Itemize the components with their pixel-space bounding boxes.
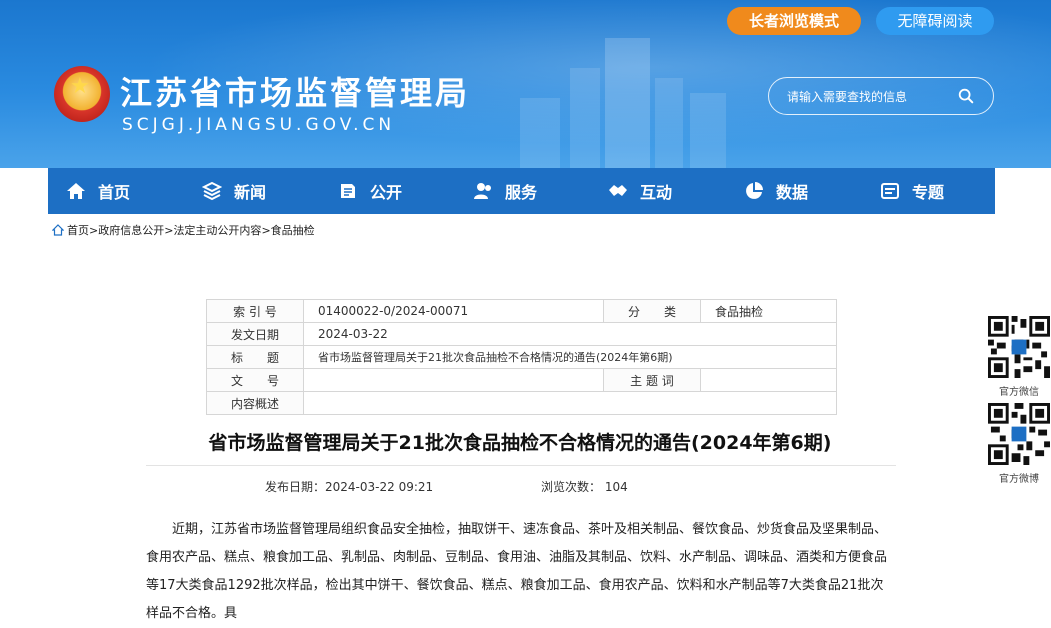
keywords-label: 主 题 词: [603, 368, 701, 392]
nav-item-service[interactable]: 服务: [473, 168, 537, 214]
interact-icon: [609, 185, 627, 196]
site-header: ★ 江苏省市场监督管理局 SCJGJ.JIANGSU.GOV.CN 长者浏览模式…: [0, 0, 1051, 168]
service-icon: [474, 183, 491, 199]
open-icon: [341, 184, 355, 198]
nav-item-label: 服务: [505, 183, 538, 202]
data-icon: [746, 182, 763, 199]
breadcrumb-item[interactable]: 法定主动公开内容: [173, 222, 261, 238]
wechat-label: 官方微信: [999, 387, 1039, 398]
views-value: 104: [604, 480, 628, 494]
docno-label: 文 号: [206, 368, 304, 392]
date-label: 发文日期: [206, 322, 304, 346]
weibo-qr-code[interactable]: [988, 403, 1050, 465]
home-icon: [67, 183, 85, 199]
search-input[interactable]: [787, 87, 957, 107]
building-decoration: [605, 38, 650, 168]
nav-item-label: 互动: [640, 183, 673, 202]
table-row: 发文日期 2024-03-22: [206, 322, 837, 346]
building-decoration: [690, 93, 726, 168]
keywords-value: [700, 368, 837, 392]
date-value: 2024-03-22: [303, 322, 837, 346]
nav-item-topic[interactable]: 专题: [880, 168, 944, 214]
search-box[interactable]: [768, 77, 994, 115]
category-value: 食品抽检: [700, 299, 837, 323]
index-label: 索 引 号: [206, 299, 304, 323]
nav-item-label: 专题: [912, 183, 945, 202]
view-count: 浏览次数： 104: [541, 478, 628, 495]
index-value: 01400022-0/2024-00071: [303, 299, 604, 323]
nav-item-home[interactable]: 首页: [66, 168, 130, 214]
title-divider: [146, 465, 896, 466]
breadcrumb-item[interactable]: 政府信息公开: [98, 222, 164, 238]
search-icon[interactable]: [957, 87, 975, 105]
title-value: 省市场监督管理局关于21批次食品抽检不合格情况的通告(2024年第6期): [303, 345, 837, 369]
building-decoration: [655, 78, 683, 168]
nav-item-news[interactable]: 新闻: [202, 168, 266, 214]
breadcrumb-separator: >: [164, 223, 174, 237]
category-label: 分 类: [603, 299, 701, 323]
building-decoration: [520, 98, 560, 168]
building-decoration: [570, 68, 600, 168]
elder-mode-button[interactable]: 长者浏览模式: [727, 7, 861, 35]
home-icon: [52, 224, 64, 236]
article-body: 近期，江苏省市场监督管理局组织食品安全抽检，抽取饼干、速冻食品、茶叶及相关制品、…: [146, 516, 896, 628]
site-title[interactable]: 江苏省市场监督管理局: [120, 68, 470, 114]
table-row: 索 引 号 01400022-0/2024-00071 分 类 食品抽检: [206, 299, 837, 323]
nav-item-open[interactable]: 公开: [338, 168, 402, 214]
national-emblem-logo: ★: [54, 66, 110, 122]
table-row: 标 题 省市场监督管理局关于21批次食品抽检不合格情况的通告(2024年第6期): [206, 345, 837, 369]
accessibility-button[interactable]: 无障碍阅读: [876, 7, 994, 35]
news-icon: [202, 181, 222, 201]
nav-item-label: 新闻: [234, 183, 267, 202]
publish-label: 发布日期：: [265, 480, 326, 494]
article-title: 省市场监督管理局关于21批次食品抽检不合格情况的通告(2024年第6期): [208, 432, 832, 454]
weibo-label: 官方微博: [999, 474, 1039, 485]
table-row: 内容概述: [206, 391, 837, 415]
views-label: 浏览次数：: [541, 480, 602, 494]
article-paragraph: 近期，江苏省市场监督管理局组织食品安全抽检，抽取饼干、速冻食品、茶叶及相关制品、…: [146, 522, 888, 621]
publish-value: 2024-03-22 09:21: [325, 480, 434, 494]
breadcrumb: 首页 > 政府信息公开 > 法定主动公开内容 > 食品抽检: [52, 222, 315, 238]
emblem-star-icon: ★: [70, 74, 90, 99]
nav-item-label: 首页: [98, 183, 131, 202]
docno-value: [303, 368, 604, 392]
breadcrumb-item[interactable]: 食品抽检: [271, 222, 315, 238]
site-domain: SCJGJ.JIANGSU.GOV.CN: [122, 115, 396, 135]
nav-item-label: 公开: [370, 183, 403, 202]
wechat-qr-code[interactable]: [988, 316, 1050, 378]
nav-item-label: 数据: [776, 183, 809, 202]
breadcrumb-separator: >: [89, 223, 99, 237]
title-label: 标 题: [206, 345, 304, 369]
nav-item-interact[interactable]: 互动: [608, 168, 672, 214]
summary-value: [303, 391, 837, 415]
document-meta-table: 索 引 号 01400022-0/2024-00071 分 类 食品抽检 发文日…: [206, 299, 837, 415]
breadcrumb-item[interactable]: 首页: [67, 222, 89, 238]
publish-date: 发布日期：2024-03-22 09:21: [265, 478, 433, 495]
breadcrumb-separator: >: [261, 223, 271, 237]
table-row: 文 号 主 题 词: [206, 368, 837, 392]
topic-icon: [881, 183, 899, 199]
main-nav: 首页 新闻 公开 服务 互动 数据 专题: [48, 168, 995, 214]
summary-label: 内容概述: [206, 391, 304, 415]
nav-item-data[interactable]: 数据: [744, 168, 808, 214]
